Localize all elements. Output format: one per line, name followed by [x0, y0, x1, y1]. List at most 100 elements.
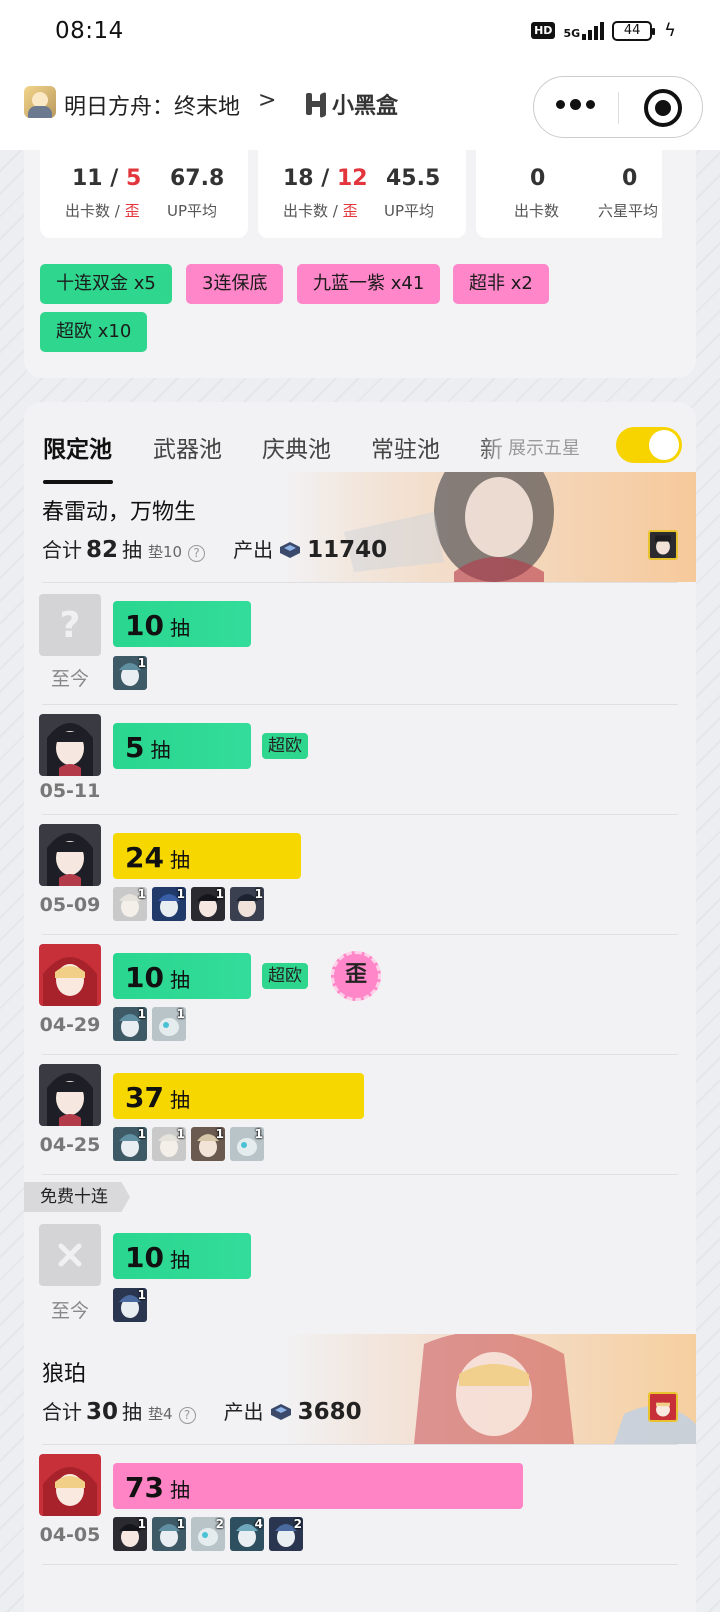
record-row[interactable]: 04-05 73 抽 1 1 2 4 2: [24, 1454, 696, 1564]
character-thumb[interactable]: 1: [191, 1127, 225, 1161]
tag-double-gold[interactable]: 十连双金 x5: [40, 264, 172, 304]
chevron-right-icon[interactable]: >: [258, 88, 276, 113]
pull-count-bar: 73 抽: [113, 1463, 523, 1509]
character-thumb[interactable]: 1: [113, 887, 147, 921]
tab-weapon[interactable]: 武器池: [153, 430, 222, 464]
pull-count-bar: 5抽: [113, 723, 251, 769]
pool-header: 狼珀 合计 30 抽 垫4 ? 产出 3680: [24, 1334, 696, 1444]
character-avatar: [39, 944, 101, 1006]
pool-name: 狼珀: [42, 1362, 87, 1387]
character-thumb[interactable]: 1: [113, 1127, 147, 1161]
pool-banner-image: [284, 1334, 696, 1444]
pool-stats: 合计 82 抽 垫10 ? 产出 11740: [42, 537, 388, 563]
character-thumb[interactable]: 1: [152, 887, 186, 921]
character-avatar: [39, 1454, 101, 1516]
show-five-star-toggle[interactable]: [616, 427, 682, 463]
pool-total-pulls: 82: [86, 537, 119, 563]
signal-icon: 5G: [563, 21, 605, 40]
network-type: 5G: [563, 26, 581, 40]
character-thumb[interactable]: 1: [113, 656, 147, 690]
tag-nine-blue[interactable]: 九蓝一紫 x41: [297, 264, 441, 304]
hd-icon: HD: [531, 22, 556, 39]
charging-icon: ϟ: [664, 20, 676, 41]
close-target-icon[interactable]: [644, 89, 682, 127]
pull-count-bar: 24 抽: [113, 833, 301, 879]
pool-character-avatar: [648, 1392, 678, 1422]
stat-box-celebration: 0 0 出卡数 六星平均: [476, 150, 662, 238]
pool-pity: 垫4: [148, 1405, 173, 1423]
game-title[interactable]: 明日方舟：终末地: [64, 89, 240, 121]
character-thumb[interactable]: 1: [113, 1517, 147, 1551]
record-date: 05-11: [39, 780, 101, 802]
tag-three-pity[interactable]: 3连保底: [186, 264, 284, 304]
record-row[interactable]: 04-29 10 抽 超欧 歪 1 1: [24, 944, 696, 1054]
battery-level: 44: [623, 22, 641, 38]
tag-super-lucky[interactable]: 超欧 x10: [40, 312, 148, 352]
status-bar: 08:14 HD 5G 44 ϟ: [0, 0, 720, 64]
cross-avatar-icon: [39, 1224, 101, 1286]
pool-header: 春雷动，万物生 合计 82 抽 垫10 ? 产出 11740: [24, 472, 696, 582]
five-star-list: 1: [113, 1288, 147, 1322]
stat-count: 18 / 12: [283, 166, 368, 191]
pull-count-bar: 10 抽: [113, 953, 251, 999]
tag-super-unlucky[interactable]: 超非 x2: [453, 264, 549, 304]
stat-count-label: 出卡数 / 歪: [283, 202, 358, 220]
character-thumb[interactable]: 2: [269, 1517, 303, 1551]
stat-count-label: 出卡数 / 歪: [65, 202, 140, 220]
character-thumb[interactable]: 4: [230, 1517, 264, 1551]
tab-celebration[interactable]: 庆典池: [262, 430, 331, 464]
stat-count: 11 / 5: [72, 166, 142, 191]
five-star-list: 1: [113, 656, 147, 690]
logo-text: 小黑盒: [332, 94, 399, 119]
pull-count-bar: 10 抽: [113, 601, 251, 647]
capsule-divider: [618, 92, 619, 124]
character-thumb[interactable]: 1: [230, 1127, 264, 1161]
character-thumb[interactable]: 1: [230, 887, 264, 921]
capsule-menu: [533, 76, 703, 138]
character-thumb[interactable]: 1: [152, 1517, 186, 1551]
character-thumb[interactable]: 1: [113, 1288, 147, 1322]
character-thumb[interactable]: 1: [113, 1007, 147, 1041]
pull-count-bar: 10 抽: [113, 1233, 251, 1279]
record-date: 05-09: [39, 894, 101, 916]
record-row[interactable]: 05-09 24 抽 1 1 1 1: [24, 824, 696, 934]
character-thumb[interactable]: 1: [191, 887, 225, 921]
pool-character-avatar: [648, 530, 678, 560]
stat-avg-label: UP平均: [384, 202, 435, 220]
record-row[interactable]: 至今 10 抽 1: [24, 1224, 696, 1336]
stat-box-limited: 11 / 5 67.8 出卡数 / 歪 UP平均: [40, 150, 248, 238]
lucky-tag: 超欧: [262, 733, 308, 759]
character-thumb[interactable]: 1: [152, 1127, 186, 1161]
record-date: 04-25: [39, 1134, 101, 1156]
pool-pity: 垫10: [148, 543, 183, 561]
show-five-star-label: 展示五星: [508, 438, 580, 459]
free-ten-pull-tag: 免费十连: [24, 1182, 130, 1212]
status-icons: HD 5G 44 ϟ: [531, 20, 676, 41]
pool-stats: 合计 30 抽 垫4 ? 产出 3680: [42, 1399, 362, 1425]
help-icon[interactable]: ?: [188, 545, 206, 562]
pool-banner-image: [284, 472, 696, 582]
record-row[interactable]: 04-25 37 抽 1 1 1 1: [24, 1064, 696, 1174]
record-row[interactable]: 05-11 5抽 超欧: [24, 714, 696, 824]
five-star-list: 1 1 1 1: [113, 1127, 264, 1161]
character-avatar: [39, 1064, 101, 1126]
record-row[interactable]: ? 至今 10 抽 1: [24, 592, 696, 704]
pull-count-bar: 37 抽: [113, 1073, 364, 1119]
stat-avg-label: UP平均: [167, 202, 218, 220]
help-icon[interactable]: ?: [178, 1407, 196, 1424]
tab-standard[interactable]: 常驻池: [371, 430, 440, 464]
tab-limited[interactable]: 限定池: [43, 430, 112, 464]
character-thumb[interactable]: 2: [191, 1517, 225, 1551]
more-icon[interactable]: [556, 99, 595, 110]
character-thumb[interactable]: 1: [152, 1007, 186, 1041]
five-star-list: 1 1 2 4 2: [113, 1517, 303, 1551]
pool-records-card: 限定池 武器池 庆典池 常驻池 新 展示五星 春雷动，万物生: [24, 402, 696, 1612]
stat-avg: 67.8: [170, 166, 225, 191]
five-star-list: 1 1 1 1: [113, 887, 264, 921]
orundum-icon: [280, 542, 301, 558]
game-icon[interactable]: [24, 86, 56, 118]
record-date: 至今: [50, 1300, 89, 1322]
stat-count-label: 出卡数: [514, 202, 560, 220]
pool-produce: 3680: [297, 1399, 362, 1425]
stat-avg: 0: [622, 166, 638, 191]
